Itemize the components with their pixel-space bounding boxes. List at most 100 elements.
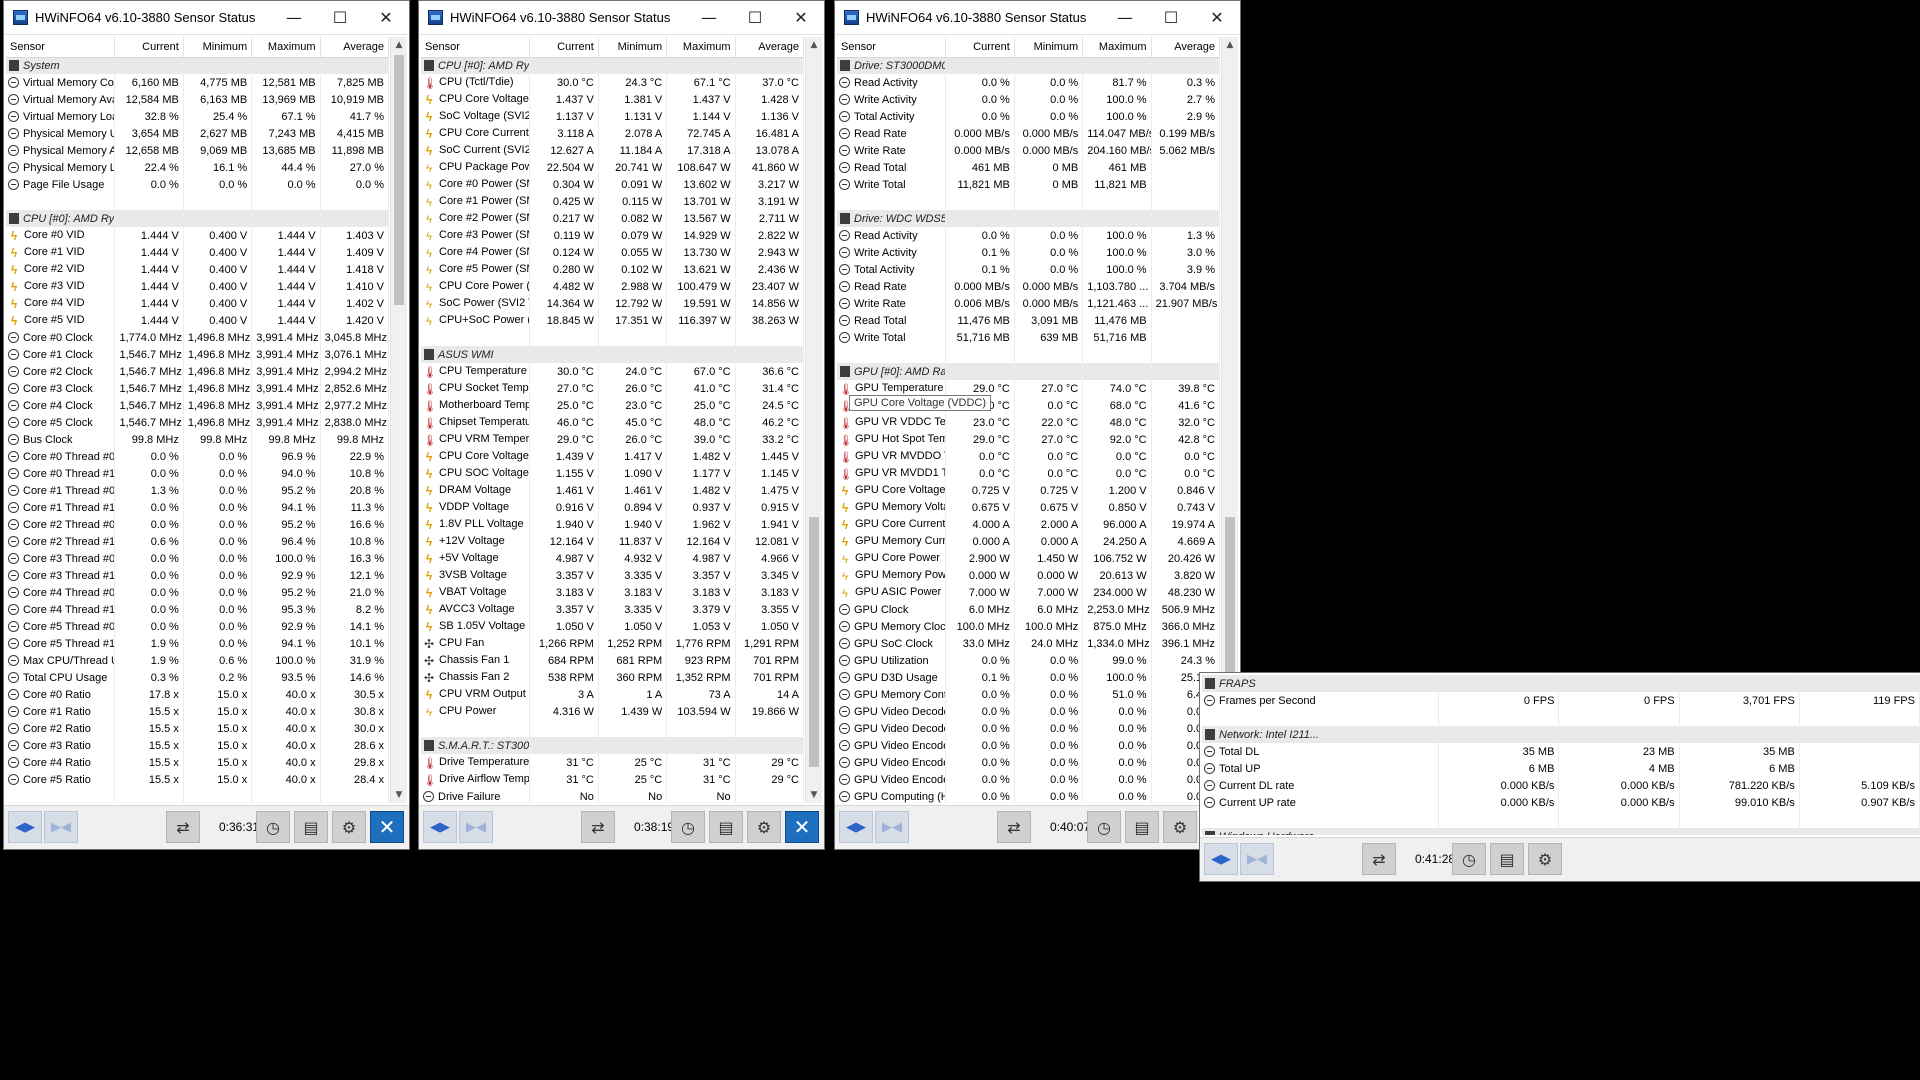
sensor-row[interactable]: Read Total 461 MB 0 MB 461 MB bbox=[837, 159, 1220, 176]
sensor-row[interactable]: Bus Clock 99.8 MHz 99.8 MHz 99.8 MHz 99.8 MH… bbox=[6, 431, 389, 448]
sensor-row[interactable]: Core #1 Thread #0... 1.3 % 0.0 % 95.2 % 20.8… bbox=[6, 482, 389, 499]
scroll-up-icon[interactable]: ▲ bbox=[1222, 37, 1238, 53]
sensor-row[interactable]: Core #1 Clock 1,546.7 MHz 1,496.8 MHz 3,991… bbox=[6, 346, 389, 363]
clock-icon[interactable]: ◷ bbox=[1087, 811, 1121, 843]
sensor-row[interactable]: Write Rate 0.000 MB/s 0.000 MB/s 204.160 MB… bbox=[837, 142, 1220, 159]
sensor-row[interactable]: Total CPU Usage 0.3 % 0.2 % 93.5 % 14.6 % bbox=[6, 669, 389, 686]
sensor-row[interactable]: ϟ Core #1 VID 1.444 V 0.400 V 1.444 V 1.409 V bbox=[6, 244, 389, 261]
sensor-row[interactable]: Max CPU/Thread U...1.9 %0.6 %100.0 %31.9… bbox=[6, 652, 389, 669]
sensor-row[interactable]: GPU Video Decode ...0.0 %0.0 %0.0 %0.0 % bbox=[837, 720, 1220, 737]
settings-gear-icon[interactable]: ⚙ bbox=[1528, 843, 1562, 875]
sensor-row[interactable]: ϟ Core #2 Power (SMU)0.217 W0.082 W13.567… bbox=[421, 210, 804, 227]
sensor-row[interactable]: 🌡︎GPU VR MVDDO Te...0.0 °C0.0 °C0.0 °C0.… bbox=[837, 448, 1220, 465]
sensor-row[interactable]: ϟ SoC Current (SVI2 ...12.627 A11.184 A17… bbox=[421, 142, 804, 159]
sensor-row[interactable]: Frames per Second 0 FPS 0 FPS 3,701 FPS 119 … bbox=[1202, 692, 1920, 709]
sensor-row[interactable]: GPU Memory Contr...0.0 %0.0 %51.0 %6.4 % bbox=[837, 686, 1220, 703]
sensor-row[interactable]: 🌡︎Chipset Temperature46.0 °C45.0 °C48.0 … bbox=[421, 414, 804, 431]
sensor-row[interactable]: Core #3 Clock 1,546.7 MHz 1,496.8 MHz 3,991… bbox=[6, 380, 389, 397]
column-header-maximum[interactable]: Maximum bbox=[251, 37, 321, 58]
sensor-row[interactable]: ϟ Core #3 Power (SMU)0.119 W0.079 W14.929… bbox=[421, 227, 804, 244]
sensor-row[interactable]: ϟ Core #4 Power (SMU)0.124 W0.055 W13.730… bbox=[421, 244, 804, 261]
sensor-row[interactable]: ϟ VDDP Voltage 0.916 V 0.894 V 0.937 V 0.915 … bbox=[421, 499, 804, 516]
collapse-all-button[interactable]: ▶◀ bbox=[1240, 843, 1274, 875]
sensor-row[interactable]: ϟ DRAM Voltage 1.461 V 1.461 V 1.482 V 1.475 … bbox=[421, 482, 804, 499]
sensor-row[interactable]: ϟ CPU+SoC Power (S...18.845 W17.351 W116.… bbox=[421, 312, 804, 329]
maximize-button[interactable]: ☐ bbox=[732, 1, 778, 35]
sensor-row[interactable]: Core #2 Ratio 15.5 x 15.0 x 40.0 x 30.0 x bbox=[6, 720, 389, 737]
close-window-button[interactable]: ✕ bbox=[363, 1, 409, 35]
sensor-row[interactable]: ϟ Core #4 VID 1.444 V 0.400 V 1.444 V 1.402 V bbox=[6, 295, 389, 312]
collapse-all-button[interactable]: ▶◀ bbox=[459, 811, 493, 843]
sensor-row[interactable]: Core #0 Thread #1... 0.0 % 0.0 % 94.0 % 10.8… bbox=[6, 465, 389, 482]
sensor-row[interactable]: Core #5 Thread #1... 1.9 % 0.0 % 94.1 % 10.1… bbox=[6, 635, 389, 652]
sensor-group-row[interactable]: CPU [#0]: AMD Ryz... bbox=[6, 210, 389, 227]
sensor-row[interactable]: Core #0 Ratio 17.8 x 15.0 x 40.0 x 30.5 x bbox=[6, 686, 389, 703]
sensor-row[interactable]: Core #3 Thread #0... 0.0 % 0.0 % 100.0 % 16.… bbox=[6, 550, 389, 567]
sensor-row[interactable]: ϟ AVCC3 Voltage 3.357 V 3.335 V 3.379 V 3.355… bbox=[421, 601, 804, 618]
sensor-row[interactable]: Read Rate 0.000 MB/s 0.000 MB/s 114.047 MB/… bbox=[837, 125, 1220, 142]
sensor-row[interactable]: ϟ CPU Core Current (...3.118 A2.078 A72.7… bbox=[421, 125, 804, 142]
column-header-average[interactable]: Average bbox=[320, 37, 389, 58]
sensor-group-row[interactable]: System bbox=[6, 57, 389, 74]
sensor-row[interactable]: Virtual Memory Load 32.8 % 25.4 % 67.1 % 41.… bbox=[6, 108, 389, 125]
sensor-row[interactable]: Physical Memory Load22.4 %16.1 %44.4 %27… bbox=[6, 159, 389, 176]
sensor-row[interactable]: Physical Memory Used3,654 MB2,627 MB7,24… bbox=[6, 125, 389, 142]
scroll-thumb[interactable] bbox=[809, 517, 819, 767]
sensor-row[interactable]: Read Activity 0.0 % 0.0 % 100.0 % 1.3 % bbox=[837, 227, 1220, 244]
expand-all-button[interactable]: ◀▶ bbox=[1204, 843, 1238, 875]
sensor-row[interactable]: Core #0 Thread #0... 0.0 % 0.0 % 96.9 % 22.9… bbox=[6, 448, 389, 465]
sensor-row[interactable]: GPU D3D Usage 0.1 % 0.0 % 100.0 % 25.1 % bbox=[837, 669, 1220, 686]
sensor-row[interactable]: Core #4 Clock 1,546.7 MHz 1,496.8 MHz 3,991… bbox=[6, 397, 389, 414]
sensor-row[interactable]: Drive Failure No No No bbox=[421, 788, 804, 803]
sensor-row[interactable]: 🌡︎ CPU Temperature 30.0 °C 24.0 °C 67.0 °C 36… bbox=[421, 363, 804, 380]
sensor-row[interactable]: 🌡︎ CPU (Tctl/Tdie) 30.0 °C 24.3 °C 67.1 °C 37… bbox=[421, 74, 804, 91]
sensor-row[interactable]: Write Total 11,821 MB 0 MB 11,821 MB bbox=[837, 176, 1220, 193]
sensor-row[interactable]: GPU Video Encode ...0.0 %0.0 %0.0 %0.0 % bbox=[837, 771, 1220, 788]
sensor-row[interactable]: ϟGPU Memory Current0.000 A0.000 A24.250 … bbox=[837, 533, 1220, 550]
sensor-row[interactable]: Core #1 Thread #1... 0.0 % 0.0 % 94.1 % 11.3… bbox=[6, 499, 389, 516]
sensor-row[interactable]: ϟ Core #0 Power (SMU)0.304 W0.091 W13.602… bbox=[421, 176, 804, 193]
sensor-row[interactable]: ϟ Core #3 VID 1.444 V 0.400 V 1.444 V 1.410 V bbox=[6, 278, 389, 295]
expand-all-button[interactable]: ◀▶ bbox=[423, 811, 457, 843]
column-header-minimum[interactable]: Minimum bbox=[183, 37, 253, 58]
sensor-row[interactable]: GPU Clock 6.0 MHz 6.0 MHz 2,253.0 MHz 506.9 … bbox=[837, 601, 1220, 618]
sensor-row[interactable]: ϟ SoC Voltage (SVI2 ...1.137 V1.131 V1.14… bbox=[421, 108, 804, 125]
sensor-row[interactable]: GPU Video Encode ...0.0 %0.0 %0.0 %0.0 % bbox=[837, 754, 1220, 771]
sensor-group-row[interactable]: Drive: WDC WDS50... bbox=[837, 210, 1220, 227]
add-report-icon[interactable]: ▤ bbox=[1490, 843, 1524, 875]
maximize-button[interactable]: ☐ bbox=[1148, 1, 1194, 35]
sensor-group-row[interactable]: GPU [#0]: AMD Ra... bbox=[837, 363, 1220, 380]
title-bar[interactable]: HWiNFO64 v6.10-3880 Sensor Status — ☐ ✕ bbox=[4, 1, 409, 35]
sensor-row[interactable]: ϟ CPU SOC Voltage 1.155 V 1.090 V 1.177 V 1.1… bbox=[421, 465, 804, 482]
column-header-current[interactable]: Current bbox=[529, 37, 599, 58]
column-header-maximum[interactable]: Maximum bbox=[666, 37, 736, 58]
sensor-row[interactable]: Total Activity 0.0 % 0.0 % 100.0 % 2.9 % bbox=[837, 108, 1220, 125]
sensor-row[interactable]: GPU SoC Clock 33.0 MHz 24.0 MHz 1,334.0 MHz… bbox=[837, 635, 1220, 652]
sensor-row[interactable]: 🌡︎GPU Hot Spot Temp...29.0 °C27.0 °C92.0… bbox=[837, 431, 1220, 448]
sensor-row[interactable]: ϟ +5V Voltage 4.987 V 4.932 V 4.987 V 4.966 V bbox=[421, 550, 804, 567]
sensor-row[interactable]: ϟ 1.8V PLL Voltage 1.940 V 1.940 V 1.962 V 1.… bbox=[421, 516, 804, 533]
add-report-icon[interactable]: ▤ bbox=[709, 811, 743, 843]
sensor-row[interactable]: 🌡︎GPU VR VDDC Temp...23.0 °C22.0 °C48.0 … bbox=[837, 414, 1220, 431]
network-icon[interactable]: ⇄ bbox=[166, 811, 200, 843]
sensor-row[interactable]: 🌡︎ Drive Temperature 31 °C 25 °C 31 °C 29 °C bbox=[421, 754, 804, 771]
sensor-row[interactable]: Read Total 11,476 MB 3,091 MB 11,476 MB bbox=[837, 312, 1220, 329]
sensor-row[interactable]: 🌡︎GPU VR MVDD1 Te...0.0 °C0.0 °C0.0 °C0.… bbox=[837, 465, 1220, 482]
clock-icon[interactable]: ◷ bbox=[671, 811, 705, 843]
sensor-row[interactable]: 🌡︎CPU VRM Temperat...29.0 °C26.0 °C39.0 … bbox=[421, 431, 804, 448]
settings-gear-icon[interactable]: ⚙ bbox=[332, 811, 366, 843]
collapse-all-button[interactable]: ▶◀ bbox=[44, 811, 78, 843]
sensor-row[interactable]: ϟ GPU ASIC Power 7.000 W 7.000 W 234.000 W 48… bbox=[837, 584, 1220, 601]
sensor-row[interactable]: ϟ Core #5 Power (SMU)0.280 W0.102 W13.621… bbox=[421, 261, 804, 278]
sensor-row[interactable]: ϟ CPU VRM Output C...3 A1 A73 A14 A bbox=[421, 686, 804, 703]
network-icon[interactable]: ⇄ bbox=[581, 811, 615, 843]
sensor-row[interactable]: GPU Computing (Hi...0.0 %0.0 %0.0 %0.0 % bbox=[837, 788, 1220, 803]
sensor-group-row[interactable]: Drive: ST3000DM00... bbox=[837, 57, 1220, 74]
sensor-row[interactable]: ✣ Chassis Fan 2 538 RPM 360 RPM 1,352 RPM 701… bbox=[421, 669, 804, 686]
sensor-row[interactable]: Core #0 Clock 1,774.0 MHz 1,496.8 MHz 3,991… bbox=[6, 329, 389, 346]
network-icon[interactable]: ⇄ bbox=[1362, 843, 1396, 875]
column-header-sensor[interactable]: Sensor bbox=[421, 37, 531, 58]
sensor-group-row[interactable]: CPU [#0]: AMD Ryz... bbox=[421, 57, 804, 74]
collapse-all-button[interactable]: ▶◀ bbox=[875, 811, 909, 843]
sensor-row[interactable]: 🌡︎ Drive Airflow Temp... 31 °C 25 °C 31 °C 29… bbox=[421, 771, 804, 788]
